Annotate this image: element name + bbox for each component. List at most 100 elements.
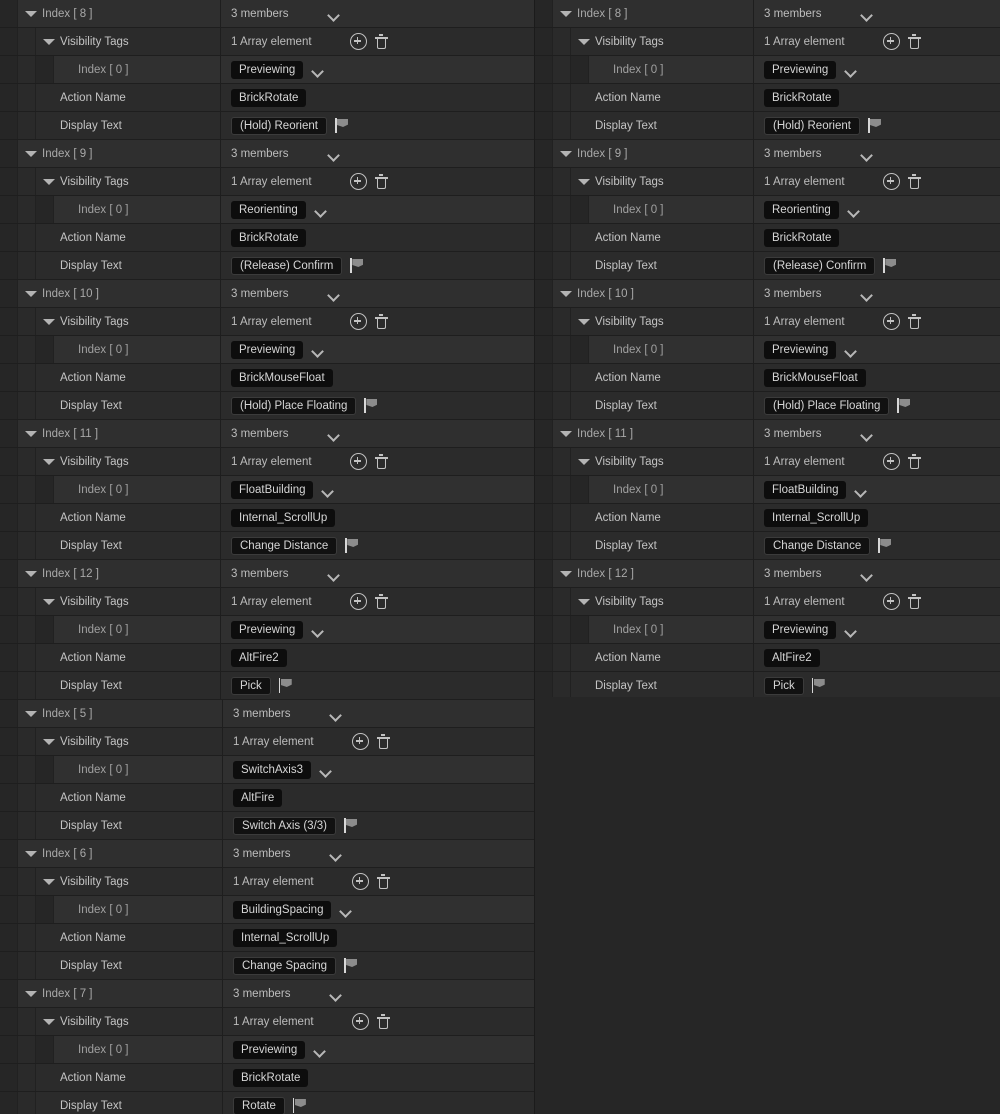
triangle-down-icon[interactable]	[42, 35, 55, 48]
triangle-down-icon[interactable]	[24, 567, 37, 580]
display-text-input[interactable]: Rotate	[233, 1096, 285, 1114]
visibility-tags-row[interactable]: Visibility Tags 1 Array element	[535, 168, 1000, 196]
add-array-element-icon[interactable]	[349, 313, 367, 330]
chevron-down-icon[interactable]	[860, 147, 874, 161]
delete-array-icon[interactable]	[376, 874, 390, 889]
chevron-down-icon[interactable]	[314, 203, 328, 217]
visibility-tags-row[interactable]: Visibility Tags 1 Array element	[0, 868, 534, 896]
localization-flag-icon[interactable]	[350, 258, 365, 273]
chevron-down-icon[interactable]	[327, 147, 341, 161]
triangle-down-icon[interactable]	[42, 595, 55, 608]
add-array-element-icon[interactable]	[882, 313, 900, 330]
gameplay-tag-value[interactable]: BuildingSpacing	[233, 900, 332, 919]
chevron-down-icon[interactable]	[327, 287, 341, 301]
display-text-input[interactable]: Change Distance	[231, 536, 338, 555]
chevron-down-icon[interactable]	[339, 903, 353, 917]
triangle-down-icon[interactable]	[42, 735, 55, 748]
localization-flag-icon[interactable]	[278, 678, 294, 693]
array-element-header-row[interactable]: Index [ 9 ] 3 members	[535, 140, 1000, 168]
action-name-row[interactable]: Action Name AltFire2	[535, 644, 1000, 672]
visibility-tags-row[interactable]: Visibility Tags 1 Array element	[0, 28, 534, 56]
tag-element-row[interactable]: Index [ 0 ] Previewing	[0, 1036, 534, 1064]
action-name-input[interactable]: BrickRotate	[764, 228, 840, 247]
array-element-header-row[interactable]: Index [ 10 ] 3 members	[0, 280, 534, 308]
gameplay-tag-value[interactable]: Previewing	[764, 620, 837, 639]
chevron-down-icon[interactable]	[321, 483, 335, 497]
triangle-down-icon[interactable]	[42, 1015, 55, 1028]
array-element-header-row[interactable]: Index [ 6 ] 3 members	[0, 840, 534, 868]
action-name-row[interactable]: Action Name BrickRotate	[0, 224, 534, 252]
display-text-row[interactable]: Display Text Change Distance	[535, 532, 1000, 560]
action-name-row[interactable]: Action Name AltFire	[0, 784, 534, 812]
gameplay-tag-value[interactable]: Reorienting	[231, 200, 306, 219]
add-array-element-icon[interactable]	[351, 1013, 369, 1030]
localization-flag-icon[interactable]	[811, 678, 827, 693]
triangle-down-icon[interactable]	[577, 35, 590, 48]
gameplay-tag-value[interactable]: Previewing	[764, 340, 837, 359]
action-name-input[interactable]: AltFire2	[764, 648, 820, 667]
action-name-row[interactable]: Action Name BrickMouseFloat	[535, 364, 1000, 392]
localization-flag-icon[interactable]	[364, 398, 379, 413]
localization-flag-icon[interactable]	[345, 538, 360, 553]
visibility-tags-row[interactable]: Visibility Tags 1 Array element	[0, 728, 534, 756]
chevron-down-icon[interactable]	[327, 7, 341, 21]
gameplay-tag-value[interactable]: FloatBuilding	[764, 480, 847, 499]
chevron-down-icon[interactable]	[860, 427, 874, 441]
display-text-row[interactable]: Display Text Pick	[535, 672, 1000, 697]
delete-array-icon[interactable]	[907, 314, 921, 329]
action-name-input[interactable]: BrickRotate	[231, 88, 307, 107]
triangle-down-icon[interactable]	[577, 595, 590, 608]
action-name-input[interactable]: BrickMouseFloat	[764, 368, 866, 387]
action-name-input[interactable]: BrickRotate	[764, 88, 840, 107]
visibility-tags-row[interactable]: Visibility Tags 1 Array element	[0, 168, 534, 196]
add-array-element-icon[interactable]	[349, 453, 367, 470]
display-text-input[interactable]: Switch Axis (3/3)	[233, 816, 336, 835]
display-text-row[interactable]: Display Text (Hold) Reorient	[535, 112, 1000, 140]
tag-element-row[interactable]: Index [ 0 ] FloatBuilding	[0, 476, 534, 504]
visibility-tags-row[interactable]: Visibility Tags 1 Array element	[0, 1008, 534, 1036]
triangle-down-icon[interactable]	[24, 707, 37, 720]
gameplay-tag-value[interactable]: Reorienting	[764, 200, 839, 219]
display-text-row[interactable]: Display Text Change Distance	[0, 532, 534, 560]
action-name-row[interactable]: Action Name BrickRotate	[535, 84, 1000, 112]
action-name-row[interactable]: Action Name Internal_ScrollUp	[0, 504, 534, 532]
gameplay-tag-value[interactable]: Previewing	[231, 340, 304, 359]
triangle-down-icon[interactable]	[42, 455, 55, 468]
display-text-input[interactable]: (Hold) Place Floating	[764, 396, 890, 415]
action-name-row[interactable]: Action Name BrickMouseFloat	[0, 364, 534, 392]
add-array-element-icon[interactable]	[882, 593, 900, 610]
tag-element-row[interactable]: Index [ 0 ] Previewing	[0, 616, 534, 644]
localization-flag-icon[interactable]	[344, 818, 359, 833]
visibility-tags-row[interactable]: Visibility Tags 1 Array element	[535, 588, 1000, 616]
chevron-down-icon[interactable]	[844, 63, 858, 77]
chevron-down-icon[interactable]	[854, 483, 868, 497]
chevron-down-icon[interactable]	[860, 287, 874, 301]
display-text-input[interactable]: Pick	[764, 676, 804, 695]
triangle-down-icon[interactable]	[559, 7, 572, 20]
chevron-down-icon[interactable]	[860, 567, 874, 581]
display-text-input[interactable]: (Hold) Reorient	[764, 116, 860, 135]
array-element-header-row[interactable]: Index [ 8 ] 3 members	[535, 0, 1000, 28]
localization-flag-icon[interactable]	[867, 118, 883, 133]
add-array-element-icon[interactable]	[349, 173, 367, 190]
chevron-down-icon[interactable]	[327, 427, 341, 441]
gameplay-tag-value[interactable]: Previewing	[231, 620, 304, 639]
display-text-row[interactable]: Display Text Change Spacing	[0, 952, 534, 980]
action-name-input[interactable]: BrickMouseFloat	[231, 368, 333, 387]
delete-array-icon[interactable]	[907, 34, 921, 49]
localization-flag-icon[interactable]	[344, 958, 359, 973]
delete-array-icon[interactable]	[374, 174, 388, 189]
display-text-row[interactable]: Display Text Pick	[0, 672, 534, 700]
display-text-input[interactable]: Pick	[231, 676, 271, 695]
delete-array-icon[interactable]	[374, 454, 388, 469]
triangle-down-icon[interactable]	[24, 847, 37, 860]
display-text-row[interactable]: Display Text (Release) Confirm	[535, 252, 1000, 280]
chevron-down-icon[interactable]	[329, 847, 343, 861]
tag-element-row[interactable]: Index [ 0 ] Reorienting	[0, 196, 534, 224]
action-name-input[interactable]: BrickRotate	[233, 1068, 309, 1087]
display-text-row[interactable]: Display Text (Hold) Place Floating	[535, 392, 1000, 420]
triangle-down-icon[interactable]	[42, 315, 55, 328]
delete-array-icon[interactable]	[374, 314, 388, 329]
triangle-down-icon[interactable]	[24, 287, 37, 300]
delete-array-icon[interactable]	[374, 594, 388, 609]
